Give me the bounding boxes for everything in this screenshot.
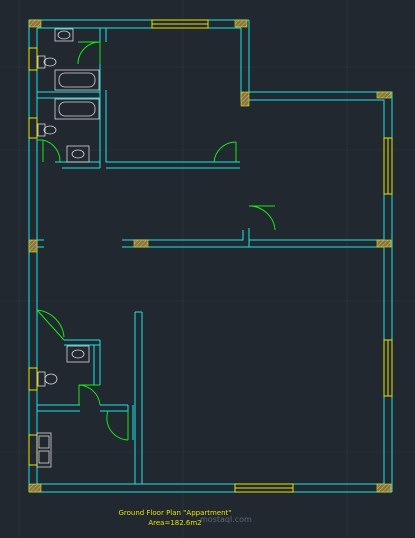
washbasin-icon	[66, 145, 90, 163]
watermark: mostaql.com	[200, 515, 252, 524]
wall-service-rooms	[64, 339, 100, 346]
windows	[28, 19, 393, 493]
column	[28, 19, 42, 28]
door-toilet-upper	[37, 139, 61, 163]
kitchen-sink-icon	[36, 432, 52, 468]
toilet-icon	[37, 123, 57, 137]
outer-wall-south	[29, 483, 392, 493]
column	[28, 483, 42, 493]
door-bath-top	[77, 41, 101, 65]
fixtures	[36, 28, 100, 468]
wall-toilet-south	[37, 404, 128, 412]
washbasin-icon	[66, 345, 90, 363]
drawing-area: Area=182.6m2	[148, 519, 202, 527]
toilet-icon	[37, 371, 58, 387]
column	[234, 19, 248, 28]
columns	[28, 19, 392, 493]
door-central	[213, 141, 237, 163]
column	[240, 91, 250, 107]
door-lower	[106, 410, 129, 441]
wall-corridor-west	[37, 239, 44, 248]
drawing-title: Ground Floor Plan "Appartment"	[118, 509, 232, 517]
outer-wall-west	[28, 20, 38, 492]
column	[376, 483, 392, 493]
toilet-icon	[37, 55, 57, 69]
washbasin-icon	[54, 28, 74, 42]
wall-toilet-east	[93, 340, 101, 385]
window-west-bottom	[28, 434, 38, 466]
floor-plan-drawing	[0, 0, 415, 538]
door-west	[36, 309, 65, 341]
wall-interior-pillar-stub	[127, 405, 134, 440]
outer-wall-north-west	[29, 19, 249, 29]
bathtub-icon	[54, 98, 100, 120]
wall-bath-lower	[55, 161, 100, 169]
bathtub-icon	[54, 69, 100, 91]
column	[376, 239, 392, 248]
door-corridor-east	[248, 205, 276, 231]
door-service	[78, 384, 101, 406]
window-west-lower	[28, 367, 38, 391]
window-west-mid	[28, 117, 38, 139]
column	[28, 239, 38, 253]
column	[376, 91, 392, 99]
column	[133, 239, 149, 248]
wall-bath-east	[99, 28, 240, 169]
wall-corridor	[122, 228, 384, 248]
wall-interior-pillar	[134, 311, 143, 484]
outer-wall-east-step	[240, 20, 393, 492]
wall-bath-divider	[37, 91, 100, 99]
background-grid	[0, 0, 415, 538]
walls	[28, 19, 393, 493]
